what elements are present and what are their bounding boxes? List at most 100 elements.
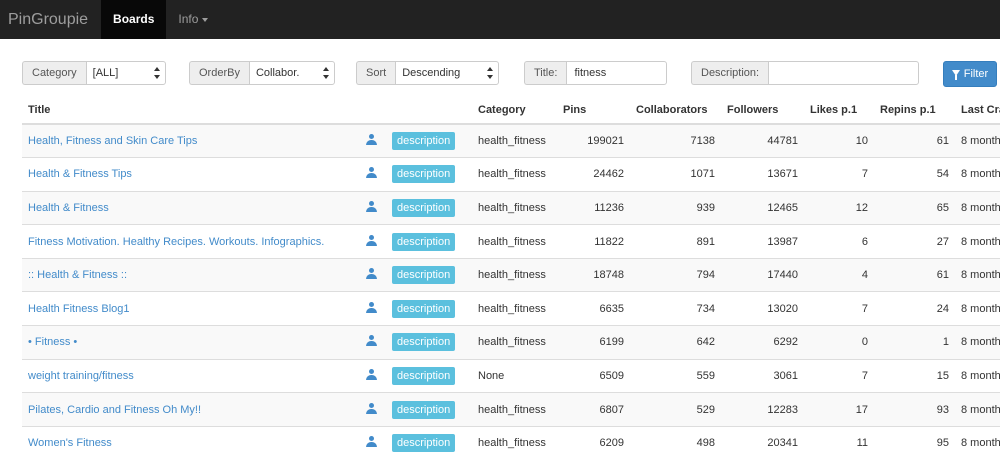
user-icon[interactable] [366,335,377,347]
orderby-select[interactable]: Collabor. [248,61,335,85]
last-crawl-cell: 8 months ago [955,123,1000,158]
description-button[interactable]: description [392,400,456,419]
description-cell: description [386,358,472,393]
user-icon[interactable] [366,301,377,313]
user-icon[interactable] [366,134,377,146]
followers-cell: 12283 [721,392,804,427]
category-cell: health_fitness [472,157,557,192]
collaborators-cell: 734 [630,291,721,326]
pins-cell: 6199 [557,325,630,360]
last-crawl-cell: 8 months ago [955,325,1000,360]
collaborators-cell: 891 [630,224,721,259]
category-filter: Category [ALL] [22,61,166,85]
board-title-link[interactable]: Health Fitness Blog1 [28,303,130,315]
collaborator-cell [356,392,386,427]
followers-cell: 13671 [721,157,804,192]
board-title-link[interactable]: Pilates, Cardio and Fitness Oh My!! [28,404,201,416]
description-button[interactable]: description [392,333,456,352]
board-title-link[interactable]: • Fitness • [28,336,77,348]
header-repins[interactable]: Repins p.1 [874,97,955,125]
collaborators-cell: 7138 [630,123,721,158]
repins-cell: 61 [874,257,955,292]
table-row: Health & Fitness description health_fitnes… [22,190,1000,225]
followers-cell: 17440 [721,257,804,292]
description-button[interactable]: description [392,132,456,151]
table-row: :: Health & Fitness :: description health_… [22,257,1000,292]
category-cell: health_fitness [472,325,557,360]
description-cell: description [386,257,472,292]
repins-cell: 1 [874,325,955,360]
sort-filter: Sort Descending [356,61,500,85]
caret-down-icon [202,17,209,22]
user-icon[interactable] [366,234,377,246]
sort-select[interactable]: Descending [395,61,500,85]
header-followers[interactable]: Followers [721,97,804,125]
navbar: PinGroupie Boards Info [0,0,1000,39]
description-cell: description [386,190,472,225]
user-icon[interactable] [366,268,377,280]
sort-value: Descending [402,67,461,79]
repins-cell: 93 [874,392,955,427]
board-title-cell: Health Fitness Blog1 [22,291,356,326]
board-title-link[interactable]: Fitness Motivation. Healthy Recipes. Wor… [28,236,324,248]
user-icon[interactable] [366,200,377,212]
board-title-link[interactable]: weight training/fitness [28,370,134,382]
filter-button-label: Filter [963,68,989,80]
nav-boards[interactable]: Boards [101,0,167,39]
board-title-link[interactable]: Health, Fitness and Skin Care Tips [28,135,197,147]
last-crawl-cell: 8 months ago [955,425,1000,460]
title-input[interactable]: fitness [566,61,668,85]
header-category[interactable]: Category [472,97,557,125]
brand-logo[interactable]: PinGroupie [0,0,101,39]
board-title-cell: weight training/fitness [22,358,356,393]
sort-label: Sort [356,61,396,85]
followers-cell: 20341 [721,425,804,460]
description-button[interactable]: description [392,198,456,217]
filter-button[interactable]: Filter [943,61,997,87]
last-crawl-cell: 8 months ago [955,291,1000,326]
nav-info[interactable]: Info [166,0,220,39]
select-arrows-icon [322,67,329,79]
pins-cell: 6209 [557,425,630,460]
board-title-link[interactable]: Women's Fitness [28,437,112,449]
likes-cell: 0 [804,325,874,360]
category-select[interactable]: [ALL] [85,61,166,85]
user-icon[interactable] [366,402,377,414]
description-button[interactable]: description [392,165,456,184]
orderby-value: Collabor. [255,67,300,79]
repins-cell: 65 [874,190,955,225]
description-cell: description [386,392,472,427]
header-pins[interactable]: Pins [557,97,630,125]
pins-cell: 6509 [557,358,630,393]
board-title-link[interactable]: Health & Fitness Tips [28,168,132,180]
description-input[interactable] [768,61,920,85]
pins-cell: 11822 [557,224,630,259]
filter-bar: Category [ALL] OrderBy Collabor. Sort De… [0,39,1000,87]
boards-table: Title Category Pins Collaborators Follow… [22,97,1000,460]
description-button[interactable]: description [392,232,456,251]
user-icon[interactable] [366,167,377,179]
collaborator-cell [356,190,386,225]
description-button[interactable]: description [392,434,456,453]
followers-cell: 13020 [721,291,804,326]
followers-cell: 12465 [721,190,804,225]
category-label: Category [22,61,86,85]
header-last-crawl[interactable]: Last Crawl [955,97,1000,125]
description-filter: Description: [691,61,920,85]
description-button[interactable]: description [392,266,456,285]
header-title[interactable]: Title [22,97,356,125]
header-likes[interactable]: Likes p.1 [804,97,874,125]
header-collaborators[interactable]: Collaborators [630,97,721,125]
category-cell: health_fitness [472,425,557,460]
followers-cell: 44781 [721,123,804,158]
user-icon[interactable] [366,368,377,380]
likes-cell: 7 [804,291,874,326]
board-title-cell: • Fitness • [22,325,356,360]
description-button[interactable]: description [392,299,456,318]
user-icon[interactable] [366,436,377,448]
header-blank [386,97,472,125]
pins-cell: 6635 [557,291,630,326]
board-title-link[interactable]: Health & Fitness [28,202,109,214]
description-button[interactable]: description [392,366,456,385]
board-title-link[interactable]: :: Health & Fitness :: [28,269,127,281]
